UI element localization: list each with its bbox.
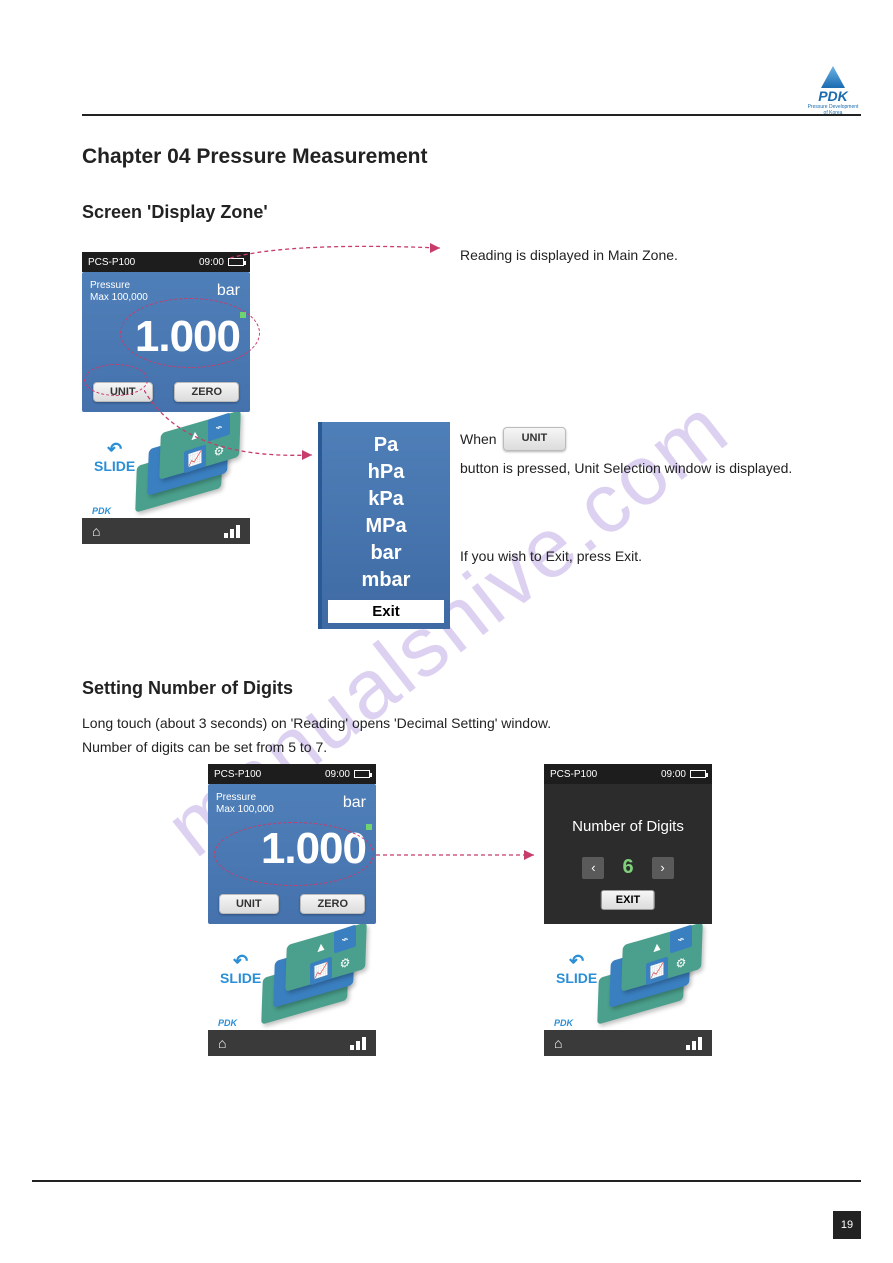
bottom-bar: ⌂: [82, 518, 250, 544]
unit-button[interactable]: UNIT: [93, 382, 153, 402]
slide-area[interactable]: ↶ SLIDE ▲ ⌁ 📈 ⚙ PDK: [544, 924, 712, 1030]
display-zone: Pressure Max 100,000 bar 1.000 UNIT ZERO: [208, 784, 376, 924]
unit-option[interactable]: mbar: [322, 567, 450, 594]
seg1-text2b: button is pressed, Unit Selection window…: [460, 457, 792, 479]
annotation-arrow-3: [376, 848, 546, 862]
home-icon[interactable]: ⌂: [218, 1035, 226, 1051]
digits-exit-button[interactable]: EXIT: [601, 890, 655, 910]
card-stack-icon: ▲ ⌁ 📈 ⚙: [126, 418, 246, 510]
signal-icon[interactable]: [686, 1037, 702, 1050]
chevron-right-icon: ›: [660, 860, 664, 875]
home-icon[interactable]: ⌂: [92, 523, 100, 539]
device-model: PCS-P100: [214, 769, 261, 780]
unit-display: bar: [343, 794, 366, 812]
unit-popup-exit-button[interactable]: Exit: [328, 600, 444, 623]
battery-icon: [354, 770, 370, 778]
slide-area[interactable]: ↶ SLIDE ▲ ⌁ 📈 ⚙ PDK: [208, 924, 376, 1030]
reading-value[interactable]: 1.000: [135, 312, 240, 362]
slide-area[interactable]: ↶ SLIDE ▲ ⌁ 📈 ⚙ PDK: [82, 412, 250, 518]
top-rule: [82, 114, 861, 116]
pressure-label: Pressure Max 100,000: [216, 792, 274, 816]
seg1-text2a: When: [460, 428, 497, 450]
digits-title: Number of Digits: [544, 818, 712, 835]
home-icon[interactable]: ⌂: [554, 1035, 562, 1051]
device-time: 09:00: [199, 257, 224, 268]
device-model: PCS-P100: [550, 769, 597, 780]
device-time: 09:00: [661, 769, 686, 780]
battery-icon: [690, 770, 706, 778]
brand-logo: PDK Pressure Development of Korea: [805, 66, 861, 106]
unit-display: bar: [217, 282, 240, 300]
unit-option[interactable]: MPa: [322, 513, 450, 540]
status-bar: PCS-P100 09:00: [82, 252, 250, 272]
pdk-mark: PDK: [218, 1018, 237, 1028]
seg1-text1: Reading is displayed in Main Zone.: [460, 244, 678, 266]
device-screenshot-3: PCS-P100 09:00 Number of Digits ‹ 6 › EX…: [544, 764, 712, 1056]
unit-option[interactable]: kPa: [322, 486, 450, 513]
device-screenshot-1: PCS-P100 09:00 Pressure Max 100,000 bar …: [82, 252, 250, 544]
reading-value[interactable]: 1.000: [261, 824, 366, 874]
seg2-heading: Setting Number of Digits: [82, 678, 293, 699]
unit-option[interactable]: hPa: [322, 459, 450, 486]
zero-button[interactable]: ZERO: [300, 894, 365, 914]
card-stack-icon: ▲ ⌁ 📈 ⚙: [252, 930, 372, 1022]
device-model: PCS-P100: [88, 257, 135, 268]
unit-popup: Pa hPa kPa MPa bar mbar Exit: [318, 422, 450, 629]
zero-button[interactable]: ZERO: [174, 382, 239, 402]
signal-icon[interactable]: [224, 525, 240, 538]
unit-option[interactable]: Pa: [322, 432, 450, 459]
increase-button[interactable]: ›: [652, 857, 674, 879]
section-title: Chapter 04 Pressure Measurement: [82, 145, 428, 169]
page-number: 19: [833, 1211, 861, 1239]
unit-button[interactable]: UNIT: [219, 894, 279, 914]
annotation-arrow-1: [230, 240, 460, 270]
battery-icon: [228, 258, 244, 266]
digits-stepper: ‹ 6 ›: [544, 856, 712, 879]
device-time: 09:00: [325, 769, 350, 780]
pressure-label: Pressure Max 100,000: [90, 280, 148, 304]
bottom-rule: [32, 1180, 861, 1182]
seg1-text2: When UNIT button is pressed, Unit Select…: [460, 427, 800, 479]
decrease-button[interactable]: ‹: [582, 857, 604, 879]
unit-option[interactable]: bar: [322, 540, 450, 567]
bottom-bar: ⌂: [544, 1030, 712, 1056]
status-dot-icon: [366, 824, 372, 830]
digits-dialog: Number of Digits ‹ 6 › EXIT: [544, 784, 712, 924]
seg2-text2: Number of digits can be set from 5 to 7.: [82, 736, 782, 758]
bottom-bar: ⌂: [208, 1030, 376, 1056]
seg1-text3: If you wish to Exit, press Exit.: [460, 545, 642, 567]
status-bar: PCS-P100 09:00: [544, 764, 712, 784]
card-stack-icon: ▲ ⌁ 📈 ⚙: [588, 930, 708, 1022]
chevron-left-icon: ‹: [591, 860, 595, 875]
status-dot-icon: [240, 312, 246, 318]
brand-name: PDK: [805, 88, 861, 104]
pdk-mark: PDK: [92, 506, 111, 516]
device-screenshot-2: PCS-P100 09:00 Pressure Max 100,000 bar …: [208, 764, 376, 1056]
seg2-text1: Long touch (about 3 seconds) on 'Reading…: [82, 712, 782, 734]
pdk-mark: PDK: [554, 1018, 573, 1028]
display-zone: Pressure Max 100,000 bar 1.000 UNIT ZERO: [82, 272, 250, 412]
seg1-heading: Screen 'Display Zone': [82, 202, 268, 223]
status-bar: PCS-P100 09:00: [208, 764, 376, 784]
signal-icon[interactable]: [350, 1037, 366, 1050]
inline-unit-button[interactable]: UNIT: [503, 427, 567, 451]
digits-value: 6: [622, 856, 633, 879]
logo-sail-icon: [821, 66, 845, 88]
